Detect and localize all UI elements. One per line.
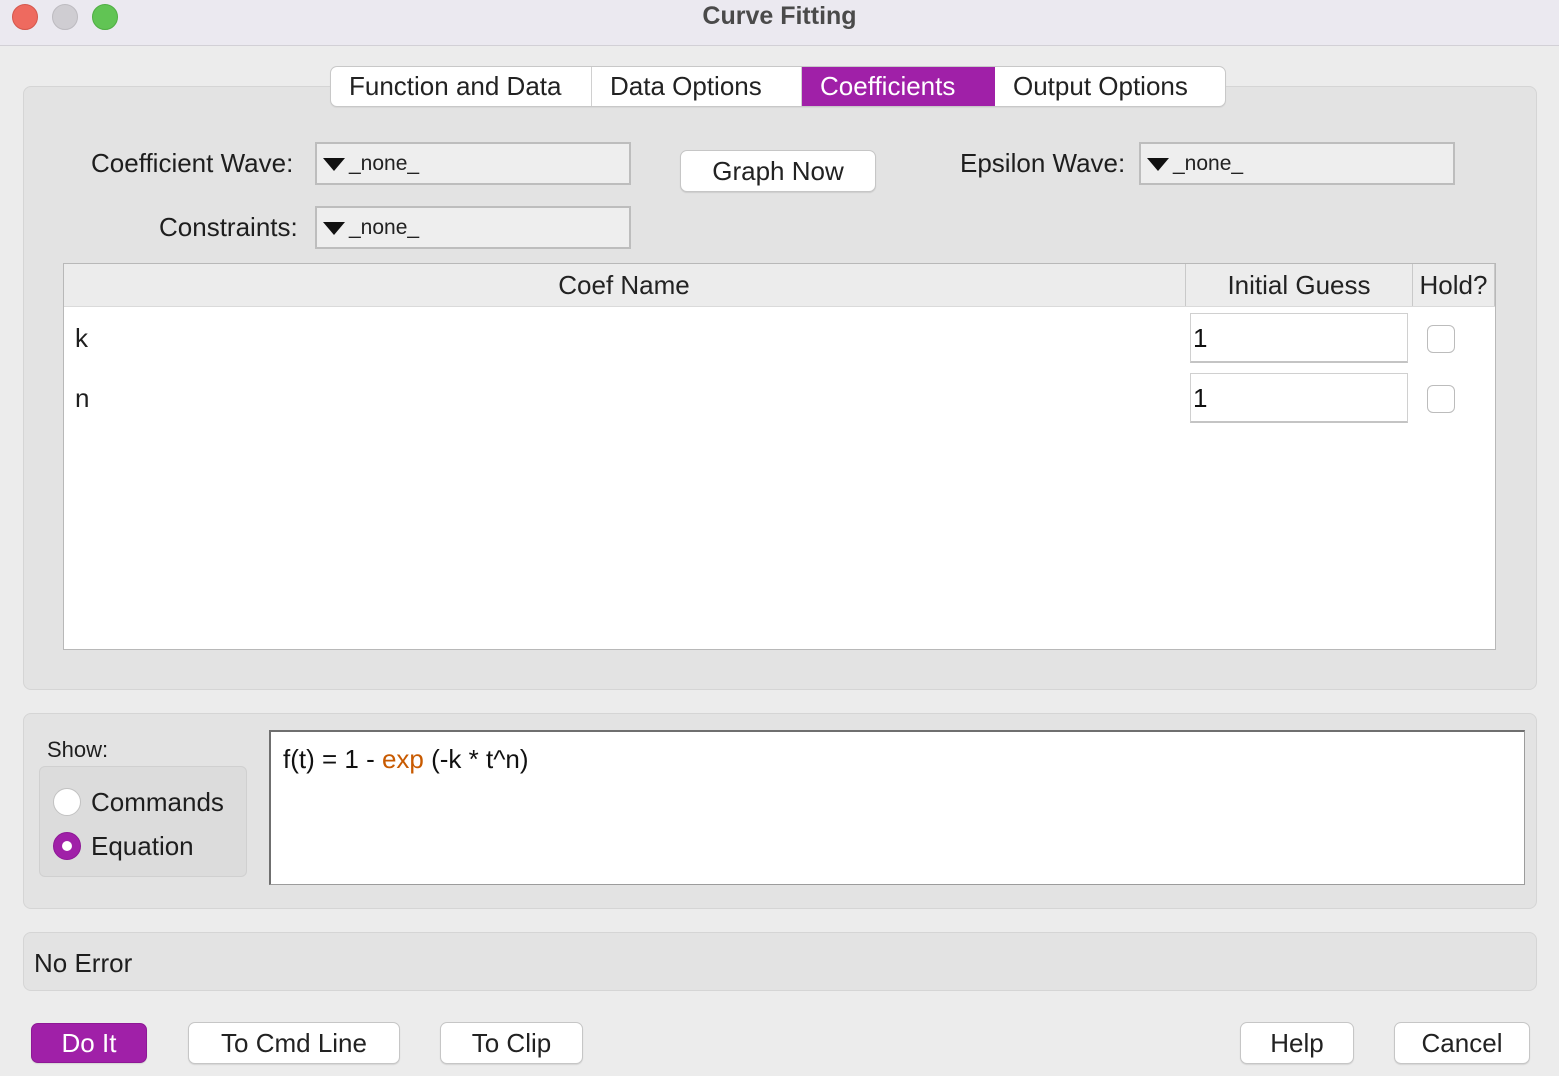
tab-coefficients[interactable]: Coefficients bbox=[802, 67, 995, 106]
hold-checkbox[interactable] bbox=[1427, 385, 1455, 413]
table-row: k 1 bbox=[64, 308, 1495, 368]
equation-keyword: exp bbox=[381, 744, 424, 774]
epsilon-wave-label: Epsilon Wave: bbox=[960, 148, 1126, 178]
initial-guess-field[interactable]: 1 bbox=[1190, 373, 1408, 423]
column-header-coef-name[interactable]: Coef Name bbox=[64, 264, 1184, 306]
show-radio-group: Commands Equation bbox=[39, 766, 247, 877]
do-it-button[interactable]: Do It bbox=[31, 1023, 147, 1063]
dropdown-arrow-icon bbox=[323, 221, 345, 235]
constraints-value: _none_ bbox=[349, 215, 420, 239]
equation-text: f(t) = 1 - exp (-k * t^n) bbox=[283, 744, 529, 775]
equation-suffix: (-k * t^n) bbox=[423, 744, 529, 774]
equation-display[interactable]: f(t) = 1 - exp (-k * t^n) bbox=[269, 730, 1525, 885]
show-label: Show: bbox=[47, 737, 109, 762]
to-cmd-line-button[interactable]: To Cmd Line bbox=[188, 1022, 400, 1064]
dropdown-arrow-icon bbox=[323, 157, 345, 171]
column-header-hold[interactable]: Hold? bbox=[1412, 264, 1495, 306]
equation-radio-label[interactable]: Equation bbox=[91, 831, 194, 862]
status-bar: No Error bbox=[23, 932, 1537, 991]
coefficient-wave-value: _none_ bbox=[349, 151, 420, 175]
epsilon-wave-popup[interactable]: _none_ bbox=[1139, 142, 1455, 185]
coefficient-wave-label: Coefficient Wave: bbox=[91, 148, 294, 178]
constraints-label: Constraints: bbox=[159, 212, 298, 242]
equation-prefix: f(t) = 1 - bbox=[283, 744, 382, 774]
tab-bar: Function and Data Data Options Coefficie… bbox=[330, 66, 1226, 107]
status-text: No Error bbox=[34, 948, 133, 978]
constraints-popup[interactable]: _none_ bbox=[315, 206, 631, 249]
tab-function-and-data[interactable]: Function and Data bbox=[331, 67, 592, 106]
help-button[interactable]: Help bbox=[1240, 1022, 1354, 1064]
graph-now-button[interactable]: Graph Now bbox=[680, 150, 876, 192]
epsilon-wave-value: _none_ bbox=[1173, 151, 1244, 175]
equation-radio[interactable] bbox=[53, 832, 81, 860]
commands-radio-label[interactable]: Commands bbox=[91, 787, 224, 818]
window-title: Curve Fitting bbox=[702, 2, 857, 30]
commands-radio[interactable] bbox=[53, 788, 81, 816]
column-header-initial-guess[interactable]: Initial Guess bbox=[1185, 264, 1412, 306]
cancel-button[interactable]: Cancel bbox=[1394, 1022, 1530, 1064]
coef-name-cell: n bbox=[75, 383, 90, 413]
table-row: n 1 bbox=[64, 368, 1495, 428]
initial-guess-field[interactable]: 1 bbox=[1190, 313, 1408, 363]
to-clip-button[interactable]: To Clip bbox=[440, 1022, 583, 1064]
coef-name-cell: k bbox=[75, 323, 88, 353]
coefficient-wave-popup[interactable]: _none_ bbox=[315, 142, 631, 185]
title-bar: Curve Fitting bbox=[0, 0, 1559, 46]
tab-output-options[interactable]: Output Options bbox=[995, 67, 1225, 106]
hold-checkbox[interactable] bbox=[1427, 325, 1455, 353]
coefficients-table: Coef Name Initial Guess Hold? k 1 n 1 bbox=[63, 263, 1496, 650]
table-header: Coef Name Initial Guess Hold? bbox=[64, 264, 1495, 307]
dropdown-arrow-icon bbox=[1147, 157, 1169, 171]
tab-data-options[interactable]: Data Options bbox=[592, 67, 802, 106]
